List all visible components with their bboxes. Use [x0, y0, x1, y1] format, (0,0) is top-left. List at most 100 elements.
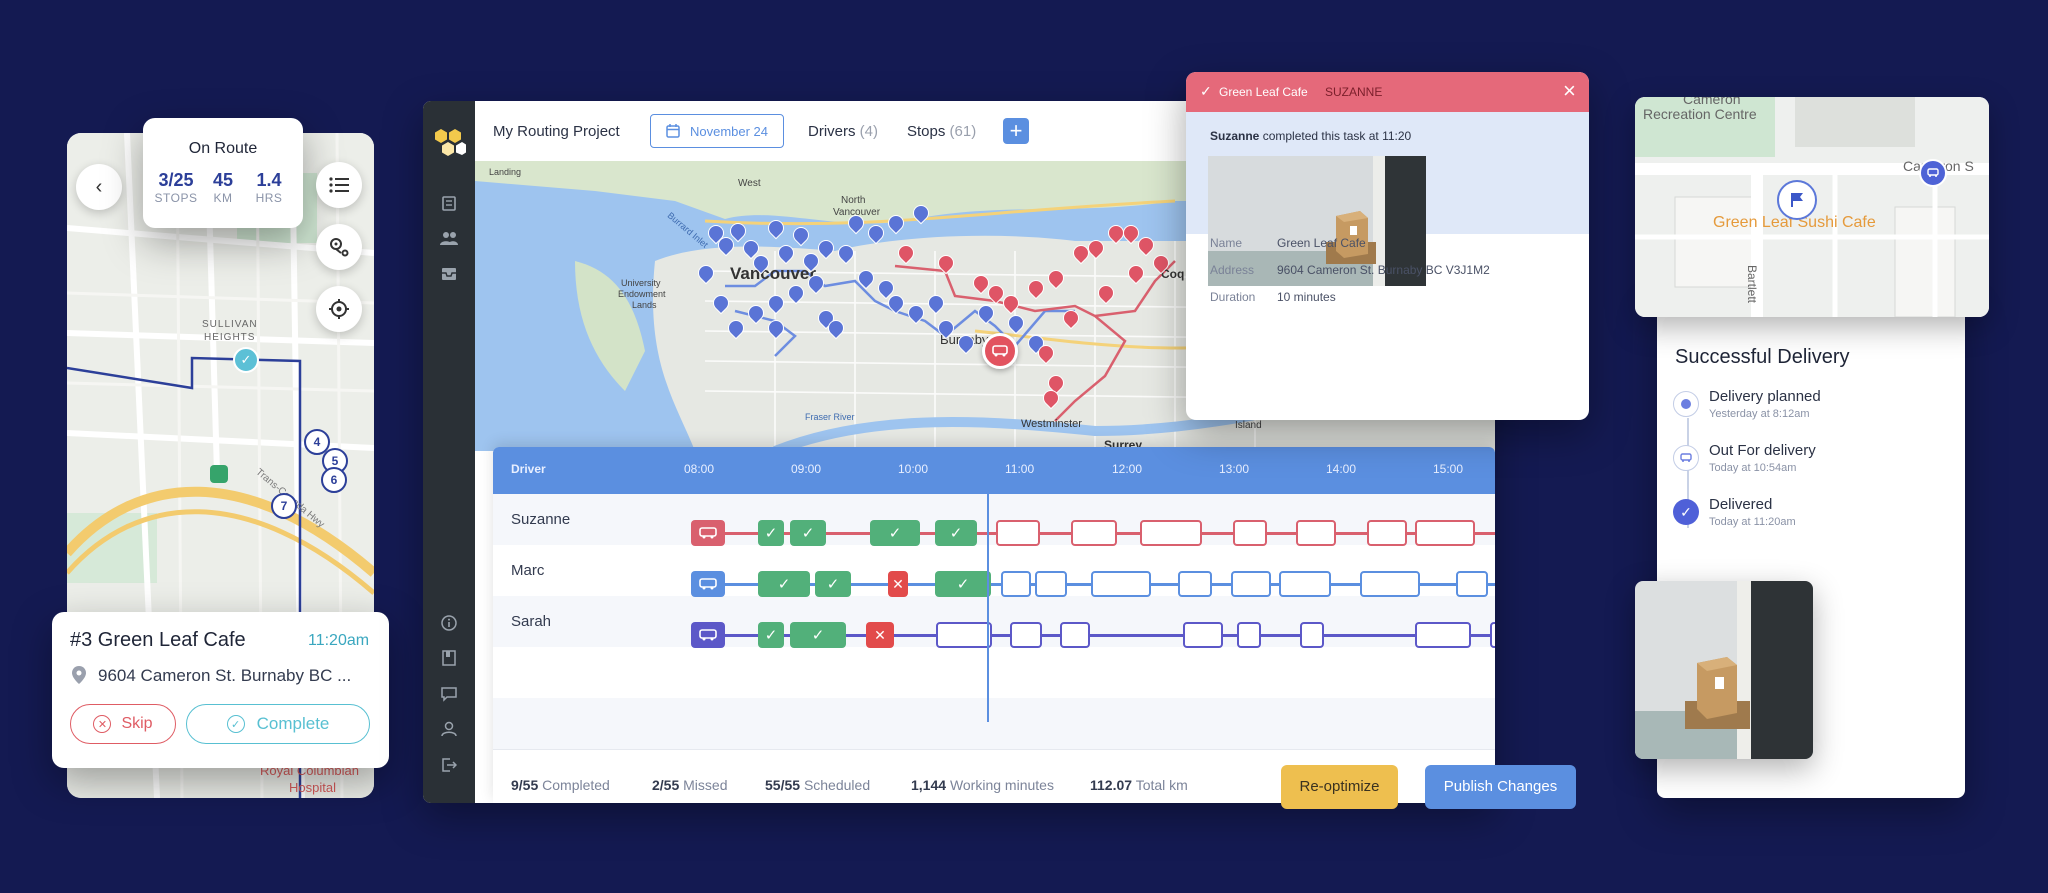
scheduled-stop-block[interactable]	[996, 520, 1040, 546]
detail-label: Name	[1210, 236, 1243, 250]
driver-row-marc[interactable]: Marc	[511, 562, 544, 579]
stop-marker-6[interactable]: 6	[321, 467, 347, 493]
completed-stop-block[interactable]: ✓	[758, 571, 810, 597]
inbox-nav-icon[interactable]	[439, 264, 459, 284]
map-label-bartlett: Bartlett	[1745, 264, 1760, 304]
scheduled-stop-block[interactable]	[1367, 520, 1407, 546]
help-nav-icon[interactable]	[439, 613, 459, 633]
scheduled-stop-block[interactable]	[1071, 520, 1117, 546]
scheduled-stop-block[interactable]	[1001, 571, 1031, 597]
chat-nav-icon[interactable]	[439, 684, 459, 704]
destination-flag-marker[interactable]	[1777, 180, 1817, 220]
map-label-vancouver: Vancouver	[730, 264, 816, 283]
van-icon	[992, 345, 1008, 357]
stops-tab[interactable]: Stops (61)	[907, 123, 976, 140]
list-view-button[interactable]	[316, 162, 362, 208]
completed-stop-block[interactable]: ✓	[758, 622, 784, 648]
check-icon: ✓	[888, 525, 902, 542]
time-label: 11:00	[1005, 462, 1035, 476]
scheduled-stop-block[interactable]	[1360, 571, 1420, 597]
time-label: 12:00	[1112, 462, 1143, 476]
skip-label: Skip	[121, 715, 153, 732]
scheduled-stop-block[interactable]	[1300, 622, 1324, 648]
add-button[interactable]: +	[1003, 118, 1029, 144]
detail-value: 10 minutes	[1277, 290, 1336, 304]
driver-row-sarah[interactable]: Sarah	[511, 613, 551, 630]
route-start-van[interactable]	[691, 571, 725, 597]
detail-value: 9604 Cameron St. Burnaby BC V3J1M2	[1277, 263, 1490, 277]
completed-stop-block[interactable]: ✓	[815, 571, 851, 597]
account-nav-icon[interactable]	[439, 719, 459, 739]
skip-button[interactable]: ✕ Skip	[70, 704, 176, 744]
check-icon: ✓	[956, 576, 970, 593]
scheduled-stop-block[interactable]	[1178, 571, 1212, 597]
kpi-scheduled: 55/55 Scheduled	[765, 777, 871, 793]
drivers-nav-icon[interactable]	[439, 228, 459, 248]
on-route-card: On Route 3/25 STOPS 45 KM 1.4 HRS	[143, 118, 303, 228]
scheduled-stop-block[interactable]	[1415, 622, 1471, 648]
drivers-tab[interactable]: Drivers (4)	[808, 123, 878, 140]
date-picker[interactable]: November 24	[650, 114, 784, 148]
scheduled-stop-block[interactable]	[1490, 622, 1495, 648]
project-name[interactable]: My Routing Project	[493, 123, 620, 140]
publish-changes-button[interactable]: Publish Changes	[1425, 765, 1576, 809]
van-icon	[699, 527, 717, 539]
vehicle-marker[interactable]	[982, 333, 1018, 369]
check-icon: ✓	[777, 576, 791, 593]
completed-stop-block[interactable]: ✓	[790, 520, 826, 546]
scheduled-stop-block[interactable]	[1060, 622, 1090, 648]
stop-card: #3 Green Leaf Cafe 11:20am 9604 Cameron …	[52, 612, 389, 768]
route-map-button[interactable]	[316, 224, 362, 270]
scheduled-stop-block[interactable]	[1296, 520, 1336, 546]
route-start-van[interactable]	[691, 622, 725, 648]
reports-nav-icon[interactable]	[439, 648, 459, 668]
routes-nav-icon[interactable]	[439, 193, 459, 213]
reoptimize-button[interactable]: Re-optimize	[1281, 765, 1398, 809]
scheduled-stop-block[interactable]	[1231, 571, 1271, 597]
complete-button[interactable]: ✓ Complete	[186, 704, 370, 744]
check-icon: ✓	[1200, 83, 1212, 99]
map-label-recreation: Recreation Centre	[1643, 106, 1757, 122]
completed-stop-block[interactable]: ✓	[790, 622, 846, 648]
map-label-island: Island	[1235, 420, 1262, 431]
notification-header: ✓ Green Leaf Cafe SUZANNE ×	[1186, 72, 1589, 112]
missed-stop-block[interactable]: ✕	[888, 571, 908, 597]
completed-stop-marker[interactable]: ✓	[233, 347, 259, 373]
proof-of-delivery-photo[interactable]	[1635, 581, 1813, 759]
scheduled-stop-block[interactable]	[1091, 571, 1151, 597]
map-label-university: University	[621, 278, 661, 288]
time-label: 08:00	[684, 462, 715, 476]
scheduled-stop-block[interactable]	[936, 622, 992, 648]
driver-row-suzanne[interactable]: Suzanne	[511, 511, 570, 528]
missed-stop-block[interactable]: ✕	[866, 622, 894, 648]
timeline-timestamp: Yesterday at 8:12am	[1709, 408, 1810, 420]
scheduled-stop-block[interactable]	[1279, 571, 1331, 597]
back-button[interactable]: ‹	[76, 164, 122, 210]
scheduled-stop-block[interactable]	[1237, 622, 1261, 648]
app-logo-icon	[435, 129, 466, 156]
van-icon	[1927, 168, 1939, 177]
scheduled-stop-block[interactable]	[1035, 571, 1067, 597]
driver-location-marker[interactable]	[1919, 159, 1947, 187]
scheduled-stop-block[interactable]	[1010, 622, 1042, 648]
map-label-north: North	[841, 195, 866, 206]
close-icon[interactable]: ×	[1563, 78, 1576, 104]
schedule-header: Driver 08:00 09:00 10:00 11:00 12:00 13:00 14:…	[493, 447, 1495, 494]
logout-nav-icon[interactable]	[439, 755, 459, 775]
scheduled-stop-block[interactable]	[1233, 520, 1267, 546]
scheduled-stop-block[interactable]	[1456, 571, 1488, 597]
scheduled-stop-block[interactable]	[1415, 520, 1475, 546]
route-start-van[interactable]	[691, 520, 725, 546]
stop-marker-7[interactable]: 7	[271, 493, 297, 519]
driver-column-header: Driver	[511, 462, 546, 476]
completed-stop-block[interactable]: ✓	[870, 520, 920, 546]
completed-stop-block[interactable]: ✓	[758, 520, 784, 546]
completed-stop-block[interactable]: ✓	[935, 520, 977, 546]
completed-stop-block[interactable]: ✓	[935, 571, 991, 597]
scheduled-stop-block[interactable]	[1183, 622, 1223, 648]
delivery-map[interactable]: Cameron Recreation Centre Cameron S Gree…	[1635, 97, 1989, 317]
scheduled-stop-block[interactable]	[1140, 520, 1202, 546]
task-notification: ✓ Green Leaf Cafe SUZANNE × Suzanne comp…	[1186, 72, 1589, 420]
time-label: 13:00	[1219, 462, 1250, 476]
locate-me-button[interactable]	[316, 286, 362, 332]
